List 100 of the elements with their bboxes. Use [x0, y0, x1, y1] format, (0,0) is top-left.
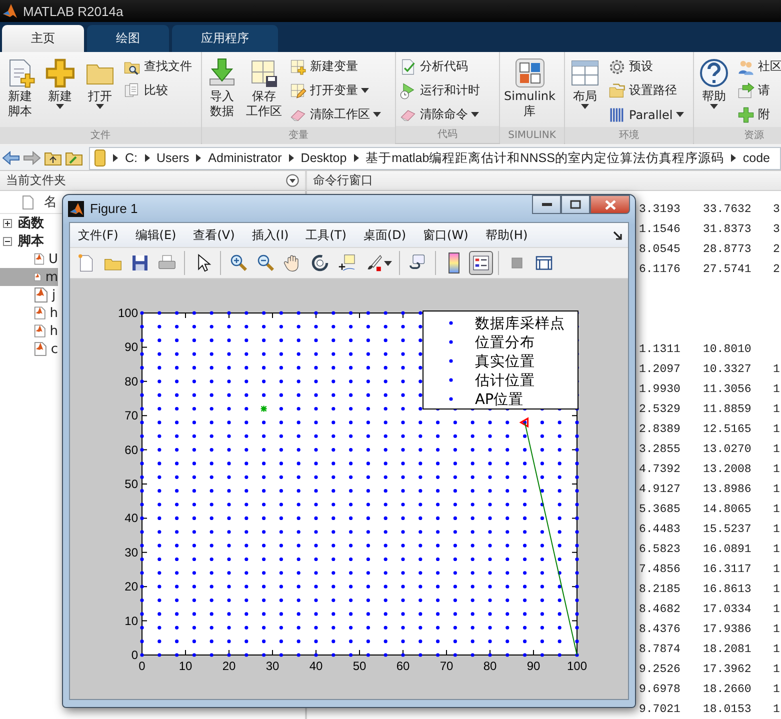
tree-folder-label[interactable]: 脚本 [18, 232, 44, 250]
ribbon-button[interactable]: 比较 [121, 79, 194, 102]
output-number: 6.1176 [639, 262, 682, 276]
output-number: 13.0270 [703, 442, 752, 456]
section-label: SIMULINK [500, 127, 564, 144]
output-number: 1 [773, 502, 781, 516]
output-number: 1 [773, 462, 781, 476]
output-number: 9.2526 [639, 662, 682, 676]
output-number: 1 [773, 402, 781, 416]
output-number: 27.5741 [703, 262, 752, 276]
menu-item[interactable]: 查看(V) [193, 226, 235, 244]
file-row[interactable]: c [0, 340, 58, 358]
output-number: 6.5823 [639, 542, 682, 556]
ribbon-button[interactable]: Parallel [606, 103, 686, 126]
ribbon-button[interactable]: 新建 脚本 [1, 55, 39, 127]
menu-item[interactable]: 工具(T) [306, 226, 346, 244]
path-segment[interactable]: C: [125, 151, 138, 165]
ribbon-button[interactable]: 分析代码 [397, 55, 482, 78]
ribbon-tab[interactable]: 主页 [2, 25, 84, 52]
ribbon-button[interactable]: 请 [735, 79, 781, 102]
output-number: 14.8065 [703, 502, 752, 516]
column-header[interactable]: 名 [44, 193, 57, 211]
tick-label: 30 [266, 659, 280, 673]
tick-label: 60 [396, 659, 410, 673]
menu-item[interactable]: 帮助(H) [485, 226, 528, 244]
ribbon-button[interactable]: 打开变量 [287, 79, 383, 102]
ribbon-button[interactable]: 清除工作区 [287, 103, 383, 126]
ribbon-button[interactable]: 帮助 [695, 55, 733, 127]
ribbon-button[interactable]: 预设 [606, 55, 686, 78]
output-number: 8.4682 [639, 602, 682, 616]
ribbon-tab[interactable]: 绘图 [87, 25, 169, 52]
file-row[interactable]: h [0, 322, 58, 340]
legend-label: 估计位置 [475, 373, 535, 389]
output-number: 1 [773, 542, 781, 556]
ribbon-button[interactable]: 新建变量 [287, 55, 383, 78]
output-number: 18.0153 [703, 702, 752, 716]
ribbon-button[interactable]: 布局 [566, 55, 604, 127]
path-segment[interactable]: 基于matlab编程距离估计和NNSS的室内定位算法仿真程序源码 [366, 150, 724, 166]
output-number: 8.0545 [639, 242, 682, 256]
output-number: 8.4376 [639, 622, 682, 636]
legend-label: 数据库采样点 [475, 316, 565, 332]
path-segment[interactable]: code [742, 151, 770, 165]
output-number: 17.9386 [703, 622, 752, 636]
output-number: 1.1546 [639, 222, 682, 236]
tick-label: 70 [440, 659, 454, 673]
output-number: 12.5165 [703, 422, 752, 436]
window-title: Figure 1 [90, 201, 138, 216]
path-segment[interactable]: Users [156, 151, 190, 165]
output-number: 31.8373 [703, 222, 752, 236]
path-segment[interactable]: Desktop [300, 151, 347, 165]
tick-label: 70 [124, 408, 138, 423]
ribbon-button[interactable]: 清除命令 [397, 103, 482, 126]
tick-label: 10 [124, 614, 138, 628]
section-label: 资源 [694, 127, 781, 144]
ribbon-button[interactable]: 设置路径 [606, 79, 686, 102]
output-number: 16.3117 [703, 562, 752, 576]
output-number: 1 [773, 682, 781, 696]
file-row[interactable]: j [0, 286, 58, 304]
menu-item[interactable]: 编辑(E) [135, 226, 176, 244]
section-label: 代码 [396, 126, 499, 143]
output-number: 2 [773, 262, 781, 276]
output-number: 2.5329 [639, 402, 682, 416]
tick-label: 90 [124, 340, 138, 354]
file-row[interactable]: m [0, 268, 58, 286]
output-number: 11.3056 [703, 382, 752, 396]
legend-label: AP位置 [475, 392, 524, 408]
ribbon-button[interactable]: 查找文件 [121, 55, 194, 78]
output-number: 10.8010 [703, 342, 752, 356]
output-number: 7.4856 [639, 562, 682, 576]
path-segment[interactable]: Administrator [208, 151, 282, 165]
menu-item[interactable]: 桌面(D) [363, 226, 406, 244]
ribbon-button[interactable]: 运行和计时 [397, 79, 482, 102]
output-number: 1.9930 [639, 382, 682, 396]
menu-item[interactable]: 窗口(W) [423, 226, 468, 244]
menu-item[interactable]: 文件(F) [78, 226, 118, 244]
section-label: 文件 [0, 127, 201, 144]
app-title: MATLAB R2014a [23, 4, 124, 18]
ribbon-button[interactable]: 打开 [81, 55, 119, 127]
ribbon-button[interactable]: 保存 工作区 [243, 55, 285, 127]
tick-label: 40 [309, 659, 323, 673]
tree-folder-label[interactable]: 函数 [18, 214, 44, 232]
tick-label: 100 [566, 659, 588, 673]
panel-title: 命令行窗口 [313, 172, 373, 189]
ribbon-tab[interactable]: 应用程序 [172, 25, 278, 52]
panel-title: 当前文件夹 [6, 172, 66, 189]
ribbon-button[interactable]: Simulink 库 [501, 55, 558, 127]
tick-label: 10 [178, 659, 192, 673]
path-field[interactable]: C: Users Administrator Desktop 基于matlab编程距离估计和NNSS的室内定位算法仿真程序源码 code [89, 146, 781, 170]
output-number: 28.8773 [703, 242, 752, 256]
output-number: 1 [773, 422, 781, 436]
output-number: 4.7392 [639, 462, 682, 476]
output-number: 16.8613 [703, 582, 752, 596]
ribbon-button[interactable]: 附 [735, 103, 781, 126]
tick-label: 50 [352, 659, 366, 673]
output-number: 2 [773, 242, 781, 256]
file-row[interactable]: U [0, 250, 58, 268]
ribbon-button[interactable]: 导入 数据 [203, 55, 241, 127]
file-row[interactable]: h [0, 304, 58, 322]
ribbon-button[interactable]: 新建 [41, 55, 79, 127]
menu-item[interactable]: 插入(I) [252, 226, 289, 244]
